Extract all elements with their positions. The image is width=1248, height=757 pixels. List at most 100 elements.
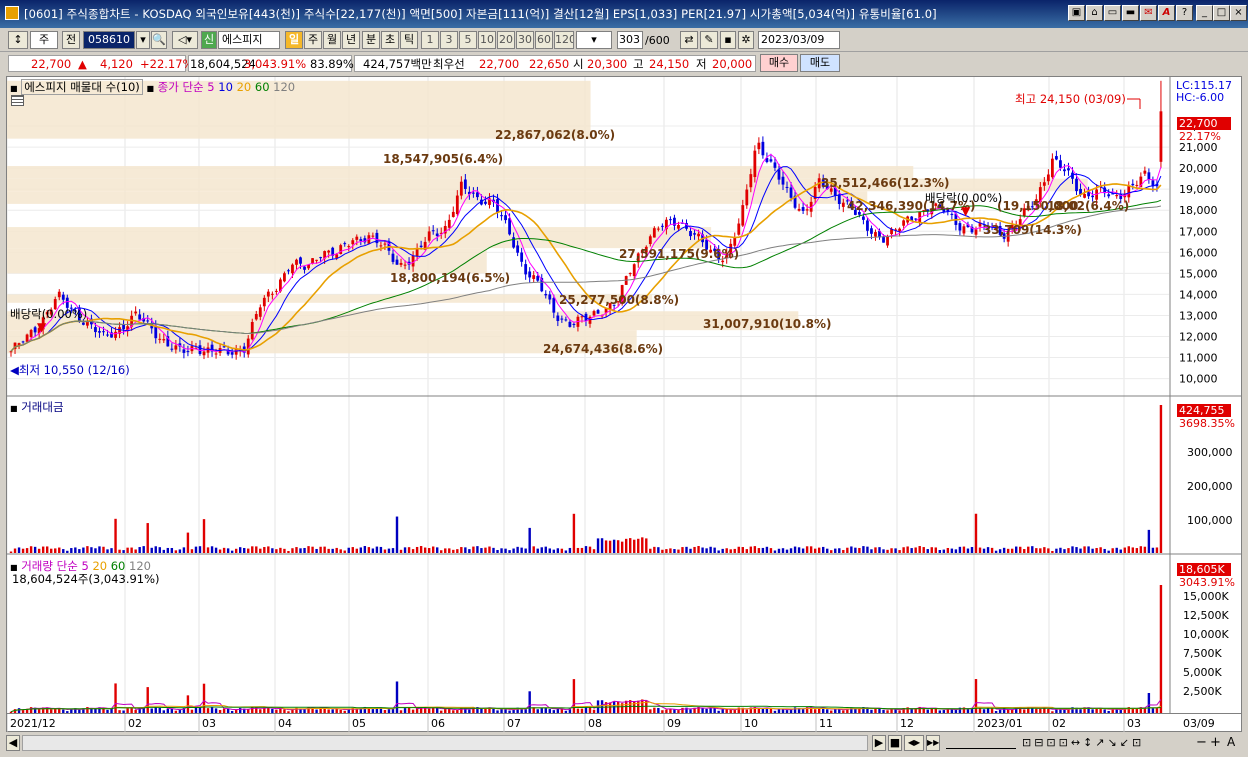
table-icon[interactable] — [11, 95, 24, 106]
volume-pct-tag: 3043.91% — [1179, 576, 1235, 589]
candle-body — [484, 201, 487, 204]
search-icon[interactable]: 🔍 — [151, 31, 167, 49]
candle-body — [528, 271, 532, 278]
candle-body — [395, 259, 399, 265]
gear-icon[interactable]: ✲ — [738, 31, 754, 49]
amount-bar — [1075, 547, 1078, 553]
compare-icon[interactable]: ⇄ — [680, 31, 698, 49]
date-input[interactable]: 2023/03/09 — [758, 31, 840, 49]
amount-bar — [1135, 548, 1139, 553]
chart-area[interactable]: 22,867,062(8.0%) 18,547,905(6.4%) 35,512,4… — [6, 76, 1242, 714]
price-legend: ■ 에스피지 매물대 수(10) ■ 종가 단순 5 10 20 60 120 — [10, 79, 296, 95]
candle-body — [902, 220, 906, 226]
zoom-slider[interactable] — [946, 737, 1016, 749]
volume-bar — [548, 709, 551, 713]
candle-body — [303, 266, 306, 270]
dropdown-icon[interactable]: ▾ — [136, 31, 150, 49]
tab-day[interactable]: 일 — [285, 31, 303, 49]
candle-body — [866, 220, 869, 231]
amount-bar — [970, 547, 974, 553]
amount-bar — [629, 538, 632, 553]
minute-option[interactable]: 120 — [554, 31, 574, 49]
candle-body — [1083, 193, 1086, 198]
tool-icon[interactable]: ✎ — [700, 31, 718, 49]
tab-year[interactable]: 년 — [342, 31, 360, 49]
candle-body — [677, 225, 680, 229]
speaker-icon[interactable]: ◁▾ — [172, 31, 198, 49]
zoom-in-button[interactable]: + — [1210, 735, 1221, 750]
amount-bar — [890, 548, 893, 553]
nav-end[interactable]: ▶▶ — [926, 735, 940, 751]
amount-bar — [287, 550, 290, 553]
crosshair-icon[interactable]: ↕ — [8, 31, 28, 49]
buy-button[interactable]: 매수 — [760, 54, 798, 72]
amount-bar — [1103, 548, 1106, 553]
zoom-out-button[interactable]: − — [1196, 735, 1207, 750]
tab-minute[interactable]: 분 — [362, 31, 380, 49]
amount-bar — [271, 548, 274, 553]
minute-option[interactable]: 1 — [421, 31, 439, 49]
help-icon[interactable]: ? — [1176, 5, 1193, 21]
tile-icon[interactable]: ▬ — [1122, 5, 1139, 21]
candle-body — [29, 330, 33, 338]
font-icon[interactable]: A — [1158, 5, 1175, 21]
count-input[interactable]: 303 — [617, 31, 643, 49]
candle-body — [874, 232, 877, 237]
scroll-left-icon[interactable]: ◀ — [6, 735, 20, 751]
scroll-track[interactable] — [22, 735, 868, 751]
drawing-tools[interactable]: ⊡⊟⊡⊡↔↕↗↘↙⊡ — [1022, 736, 1144, 749]
volume-bar — [202, 683, 206, 713]
save-icon[interactable]: ▪ — [720, 31, 736, 49]
custom-period-input[interactable]: ▾ — [576, 31, 612, 49]
amount-bar — [882, 549, 885, 553]
lock-icon[interactable]: ⌂ — [1086, 5, 1103, 21]
max-count: /600 — [645, 34, 670, 47]
minute-option[interactable]: 10 — [478, 31, 496, 49]
minute-option[interactable]: 20 — [497, 31, 515, 49]
tab-week[interactable]: 주 — [304, 31, 322, 49]
nav-next[interactable]: ▶ — [872, 735, 886, 751]
candle-body — [950, 213, 954, 215]
amount-bar — [709, 546, 712, 553]
minute-option[interactable]: 30 — [516, 31, 534, 49]
amount-bar — [914, 547, 917, 553]
chart-svg[interactable]: 22,867,062(8.0%) 18,547,905(6.4%) 35,512,4… — [7, 77, 1241, 713]
amount-legend-label[interactable]: 거래대금 — [21, 400, 63, 414]
nav-stop[interactable]: ■ — [888, 735, 902, 751]
tab-second[interactable]: 초 — [381, 31, 399, 49]
sell-button[interactable]: 매도 — [800, 54, 840, 72]
open-label: 시 — [573, 57, 584, 71]
prev-button[interactable]: 전 — [62, 31, 80, 49]
alert-icon[interactable]: ✉ — [1140, 5, 1157, 21]
ma-legend-label[interactable]: 종가 단순 — [158, 80, 204, 94]
maximize-button[interactable]: □ — [1213, 5, 1230, 21]
candle-body — [914, 218, 918, 220]
amount-bar — [291, 548, 294, 553]
volume-bar — [560, 709, 564, 713]
minute-option[interactable]: 5 — [459, 31, 477, 49]
volume-bar — [524, 709, 527, 713]
period-type-select[interactable]: 주 — [30, 31, 58, 49]
tab-month[interactable]: 월 — [323, 31, 341, 49]
volume-bar — [1063, 709, 1066, 713]
amount-bar — [761, 547, 765, 553]
minute-option[interactable]: 3 — [440, 31, 458, 49]
tab-tick[interactable]: 틱 — [400, 31, 418, 49]
volume-bar — [162, 710, 165, 713]
stock-code-input[interactable]: 058610 — [83, 31, 135, 49]
candle-body — [234, 348, 238, 355]
layout-icon[interactable]: ▭ — [1104, 5, 1121, 21]
stock-name-field[interactable]: 에스피지 — [218, 31, 280, 49]
volume-bar — [978, 708, 982, 713]
auto-scale-button[interactable]: A — [1227, 735, 1235, 749]
candle-body — [1067, 168, 1070, 171]
minute-option[interactable]: 60 — [535, 31, 553, 49]
volume-profile-legend[interactable]: 에스피지 매물대 수(10) — [21, 79, 143, 95]
candle-body — [339, 245, 343, 255]
link-icon[interactable]: ▣ — [1068, 5, 1085, 21]
close-button[interactable]: × — [1230, 5, 1247, 21]
nav-both[interactable]: ◀▶ — [904, 735, 924, 751]
candle-body — [291, 264, 294, 274]
minimize-button[interactable]: _ — [1196, 5, 1213, 21]
amount-bar — [938, 550, 942, 553]
